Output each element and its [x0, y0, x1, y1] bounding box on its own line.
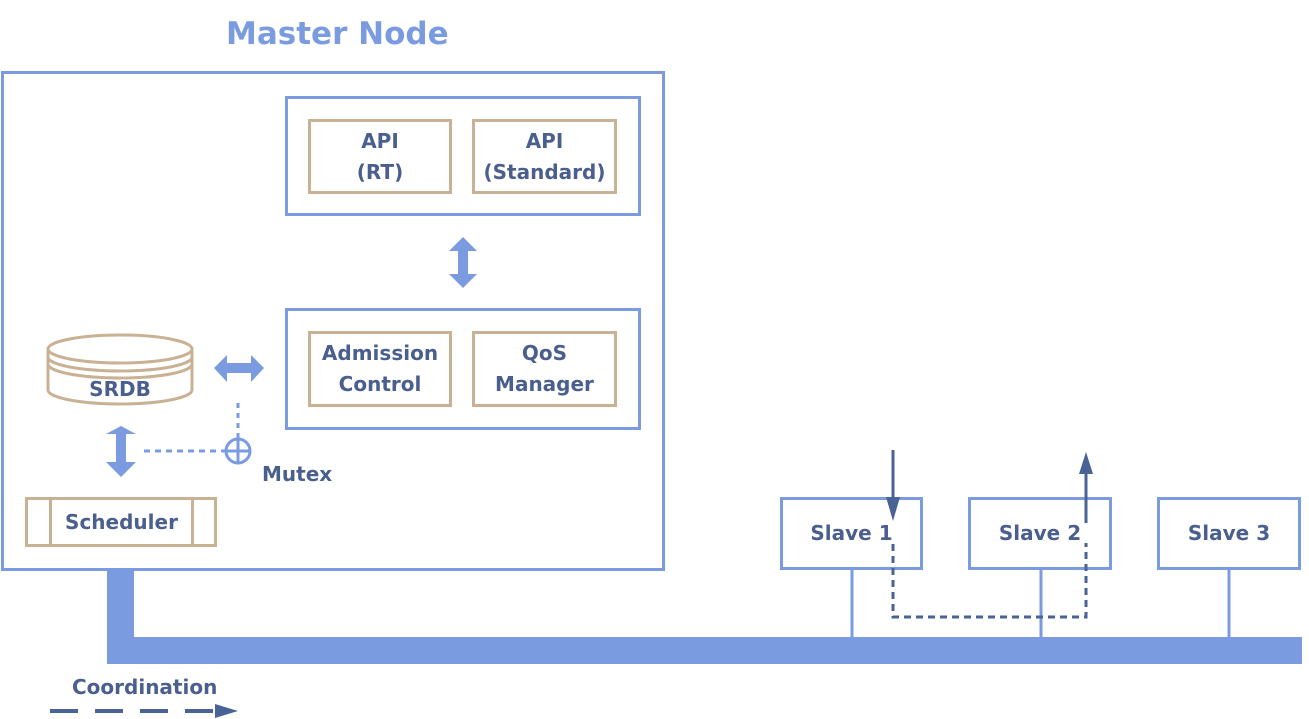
scheduler-label: Scheduler	[65, 510, 178, 534]
coordination-legend-label: Coordination	[72, 675, 218, 699]
admission-control-label-line1: Admission	[321, 341, 439, 365]
slave-3-label: Slave 3	[1187, 521, 1271, 545]
slave-2-box[interactable]: Slave 2	[968, 497, 1112, 570]
scheduler-right-bar	[191, 500, 194, 544]
communication-bus	[107, 637, 1302, 664]
srdb-label[interactable]: SRDB	[48, 374, 192, 405]
master-node-title: Master Node	[226, 16, 449, 52]
admission-control-label-line2: Control	[338, 372, 422, 396]
qos-manager-label-line2: Manager	[495, 372, 594, 396]
slave-3-box[interactable]: Slave 3	[1157, 497, 1301, 570]
api-rt-box[interactable]: API (RT)	[308, 119, 452, 194]
qos-manager-box[interactable]: QoS Manager	[472, 331, 617, 407]
api-rt-label-line2: (RT)	[356, 159, 404, 184]
scheduler-box[interactable]: Scheduler	[25, 497, 217, 547]
api-standard-label-line2: (Standard)	[483, 159, 606, 184]
qos-manager-label-line1: QoS	[521, 341, 568, 365]
api-rt-label-line1: API	[361, 128, 399, 153]
slave-2-label: Slave 2	[998, 521, 1082, 545]
api-standard-box[interactable]: API (Standard)	[472, 119, 617, 194]
api-standard-label-line1: API	[525, 128, 564, 153]
admission-control-box[interactable]: Admission Control	[308, 331, 452, 407]
slave-1-box[interactable]: Slave 1	[780, 497, 923, 570]
mutex-label: Mutex	[262, 462, 333, 486]
slave-1-label: Slave 1	[810, 521, 893, 545]
